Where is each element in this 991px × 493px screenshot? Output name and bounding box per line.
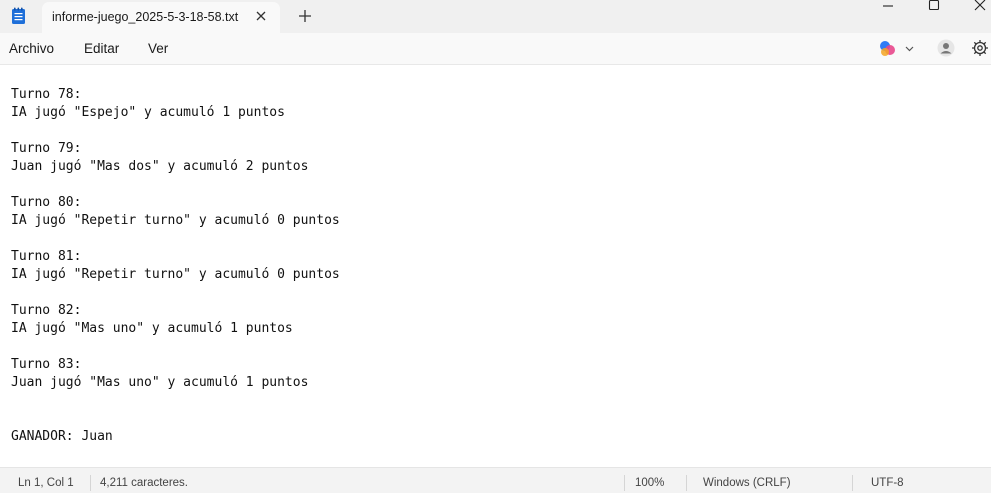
text-line: GANADOR: Juan <box>11 429 113 444</box>
text-line: Turno 82: <box>11 303 82 318</box>
text-line: Turno 79: <box>11 141 82 156</box>
text-line: IA jugó "Repetir turno" y acumuló 0 punt… <box>11 213 340 228</box>
text-line <box>11 122 340 140</box>
close-window-icon[interactable] <box>957 0 991 20</box>
menu-ver[interactable]: Ver <box>148 41 168 56</box>
text-line <box>11 68 340 86</box>
copilot-button[interactable] <box>877 39 915 59</box>
status-divider <box>686 475 687 491</box>
text-line <box>11 392 340 410</box>
status-bar: Ln 1, Col 1 4,211 caracteres. 100% Windo… <box>0 467 991 493</box>
title-bar: informe-juego_2025-5-3-18-58.txt <box>0 0 991 33</box>
text-line: Turno 78: <box>11 87 82 102</box>
text-line <box>11 176 340 194</box>
document-tab[interactable]: informe-juego_2025-5-3-18-58.txt <box>42 2 280 33</box>
editor-lines: Juan jugó "Menos uno" y acumuló 0 puntos… <box>11 65 340 446</box>
text-editor[interactable]: Juan jugó "Menos uno" y acumuló 0 puntos… <box>0 65 991 467</box>
text-line <box>11 230 340 248</box>
zoom-level[interactable]: 100% <box>635 477 664 489</box>
menu-archivo[interactable]: Archivo <box>9 41 54 56</box>
encoding[interactable]: UTF-8 <box>871 477 904 489</box>
status-divider <box>90 475 91 491</box>
text-line: Turno 83: <box>11 357 82 372</box>
chevron-down-icon <box>905 46 914 52</box>
text-line: Turno 81: <box>11 249 82 264</box>
text-line <box>11 410 340 428</box>
text-line: Turno 80: <box>11 195 82 210</box>
status-divider <box>852 475 853 491</box>
character-count: 4,211 caracteres. <box>100 477 189 489</box>
line-ending[interactable]: Windows (CRLF) <box>703 477 791 489</box>
cursor-position: Ln 1, Col 1 <box>18 477 74 489</box>
notepad-icon <box>11 7 27 25</box>
text-line: IA jugó "Repetir turno" y acumuló 0 punt… <box>11 267 340 282</box>
text-line: Juan jugó "Mas uno" y acumuló 1 puntos <box>11 375 309 390</box>
gear-icon[interactable] <box>971 39 989 57</box>
text-line: Juan jugó "Mas dos" y acumuló 2 puntos <box>11 159 309 174</box>
maximize-icon[interactable] <box>911 0 957 20</box>
status-divider <box>624 475 625 491</box>
text-line: Juan jugó "Menos uno" y acumuló 0 puntos <box>11 65 340 68</box>
text-line <box>11 338 340 356</box>
plus-icon[interactable] <box>297 8 313 24</box>
text-line: IA jugó "Espejo" y acumuló 1 puntos <box>11 105 285 120</box>
menu-bar: Archivo Editar Ver <box>0 33 991 65</box>
copilot-icon <box>880 41 914 56</box>
account-icon[interactable] <box>937 39 955 57</box>
tab-title: informe-juego_2025-5-3-18-58.txt <box>52 10 239 24</box>
minimize-icon[interactable] <box>865 0 911 20</box>
menu-editar[interactable]: Editar <box>84 41 119 56</box>
close-icon[interactable] <box>254 9 268 23</box>
text-line <box>11 284 340 302</box>
text-line: IA jugó "Mas uno" y acumuló 1 puntos <box>11 321 293 336</box>
